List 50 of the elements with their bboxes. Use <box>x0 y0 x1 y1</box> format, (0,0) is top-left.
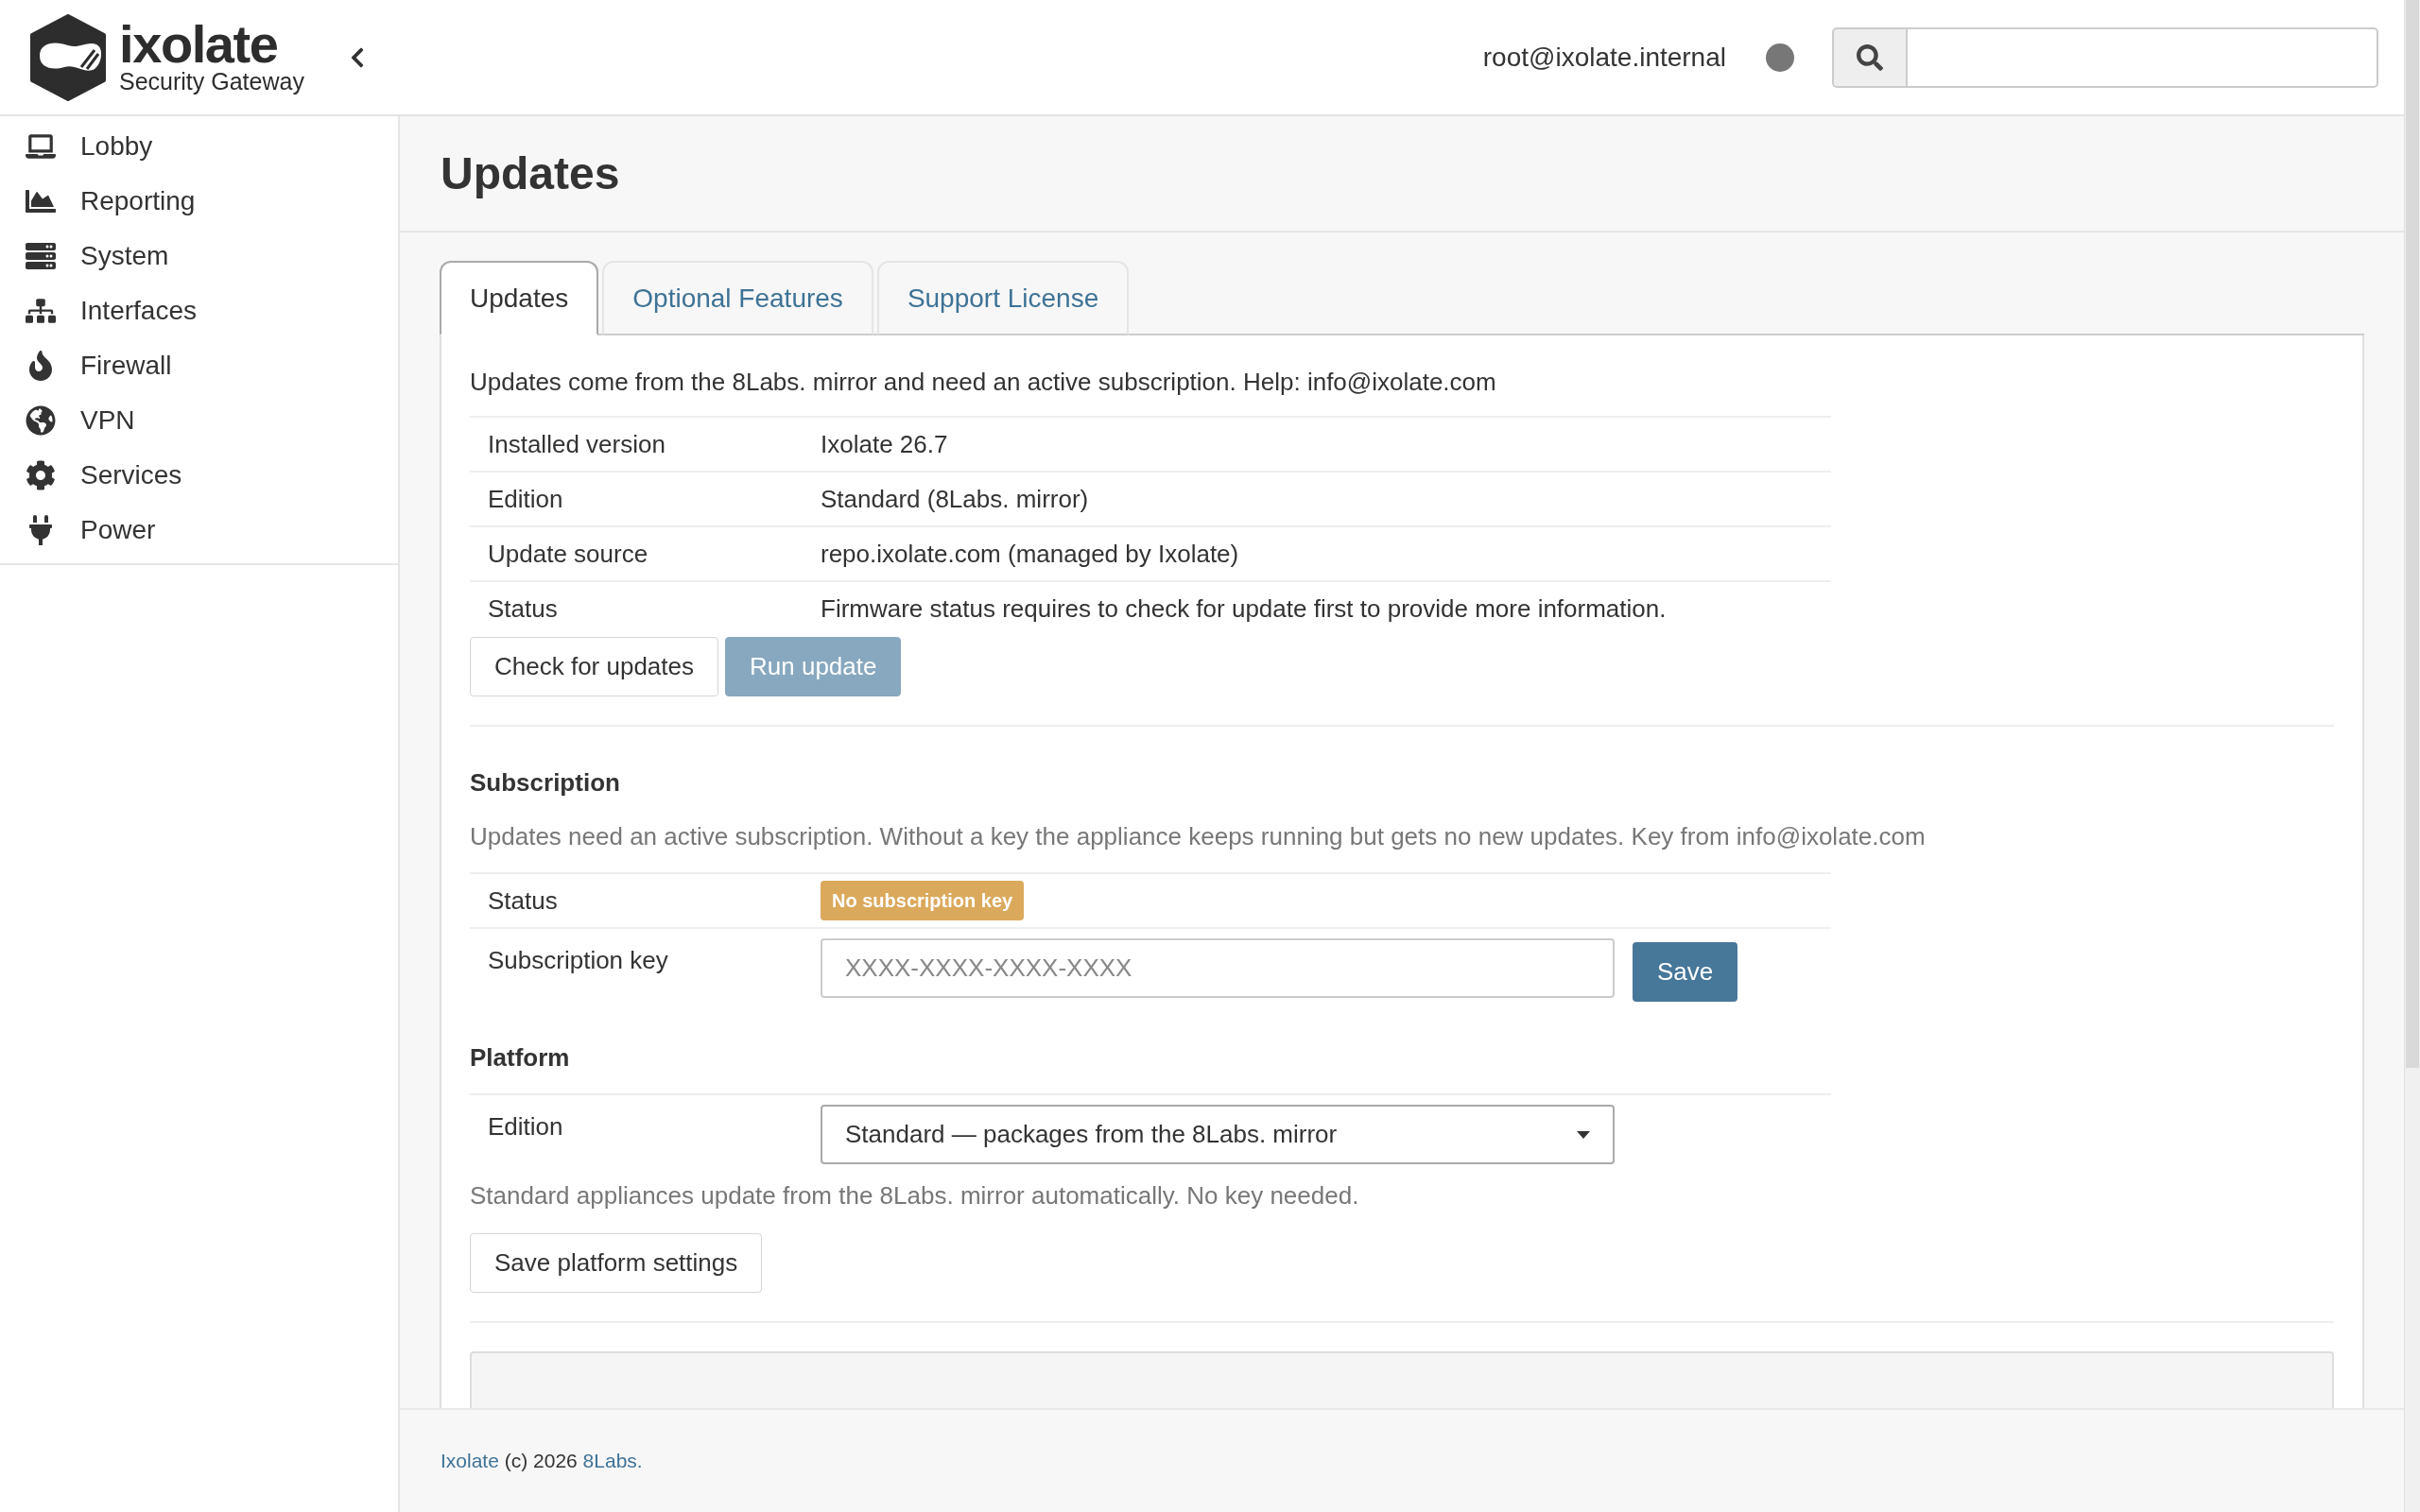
gear-icon <box>26 460 56 490</box>
network-icon <box>26 296 56 326</box>
info-label: Status <box>487 593 559 625</box>
search-icon <box>1857 43 1883 71</box>
laptop-icon <box>26 131 56 162</box>
search-field[interactable] <box>1908 26 2378 88</box>
section-heading: Platform <box>470 1042 571 1074</box>
sidebar-item[interactable]: System <box>0 229 398 284</box>
info-value: Ixolate 26.7 <box>821 428 948 460</box>
page-title: Updates <box>441 146 620 200</box>
user-account[interactable]: root@ixolate.internal <box>1482 37 1726 77</box>
info-label: Status <box>487 885 559 917</box>
product-link[interactable]: Ixolate <box>441 1450 499 1472</box>
info-label: Update source <box>487 538 649 570</box>
section-heading: Subscription <box>470 767 621 799</box>
check-updates-button[interactable]: Check for updates <box>470 637 718 696</box>
vendor-link[interactable]: 8Labs. <box>582 1450 643 1472</box>
subscription-key-field[interactable]: XXXX-XXXX-XXXX-XXXX <box>821 938 1615 998</box>
help-text: Standard appliances update from the 8Labs. mirror automatically. No key needed. <box>470 1180 1360 1211</box>
sidebar-item[interactable]: Interfaces <box>0 284 398 338</box>
footer-text: Ixolate (c) 2026 8Labs. <box>441 1449 643 1474</box>
sidebar-item[interactable]: Lobby <box>0 119 398 174</box>
sidebar-item[interactable]: Reporting <box>0 174 398 229</box>
tab[interactable]: Support License <box>876 261 1130 335</box>
logo-icon <box>28 13 108 101</box>
intro-text: Updates come from the 8Labs. mirror and need an active subscription. Help: info@ixolate.com <box>470 367 1497 398</box>
tab[interactable]: Updates <box>440 261 599 335</box>
info-value: Standard (8Labs. mirror) <box>821 483 1089 515</box>
sidebar-item[interactable]: Firewall <box>0 338 398 393</box>
search-button[interactable] <box>1832 26 1908 88</box>
globe-icon <box>26 405 56 436</box>
section-description: Updates need an active subscription. Without a key the appliance keeps running but gets no new updates. Key from info@ixolate.com <box>470 821 1927 852</box>
info-label: Edition <box>487 1111 564 1143</box>
status-badge: No subscription key <box>821 881 1025 920</box>
brand-name: ixolate <box>119 20 278 68</box>
sidebar-item[interactable]: Services <box>0 448 398 503</box>
info-value: Firmware status requires to check for update first to provide more information. <box>821 593 1667 625</box>
server-icon <box>26 241 56 271</box>
sidebar-item[interactable]: Power <box>0 503 398 558</box>
info-label: Installed version <box>487 428 666 460</box>
tab[interactable]: Optional Features <box>602 261 873 335</box>
save-platform-button[interactable]: Save platform settings <box>470 1233 763 1293</box>
info-label: Edition <box>487 483 564 515</box>
caret-icon <box>1577 1130 1590 1139</box>
save-button[interactable]: Save <box>1633 942 1738 1002</box>
sidebar-item[interactable]: VPN <box>0 393 398 448</box>
info-value: repo.ixolate.com (managed by Ixolate) <box>821 538 1239 570</box>
info-label: Subscription key <box>487 945 669 976</box>
brand-tagline: Security Gateway <box>119 67 304 94</box>
edition-select[interactable]: Standard — packages from the 8Labs. mirror <box>821 1105 1615 1164</box>
